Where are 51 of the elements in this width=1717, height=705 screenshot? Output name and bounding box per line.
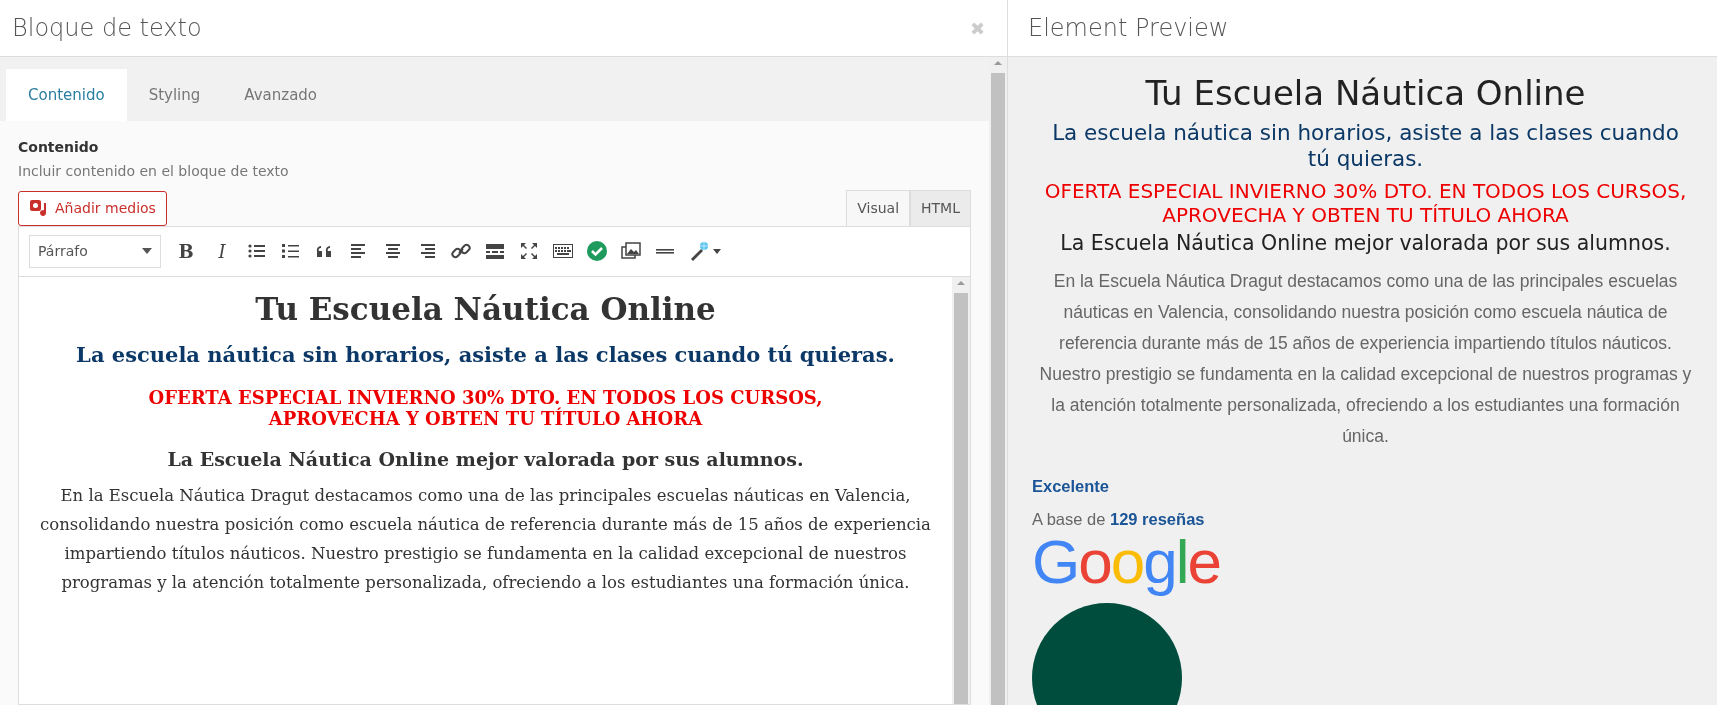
heading: Tu Escuela Náutica Online [1144,73,1587,114]
editor-area[interactable] [18,276,971,705]
caret-icon [142,248,152,254]
keyboard-icon [553,241,573,261]
tab[interactable]: Contenido [6,69,127,121]
tab[interactable]: Styling [126,69,223,121]
scrollbar[interactable] [952,276,970,704]
fullscreen-icon [519,241,539,261]
field-hint: Incluir contenido en el bloque de texto [18,161,290,181]
offer-text: OFERTA ESPECIAL INVIERNO 30% DTO. EN TODOS LOS CURSOS, APROVECHA Y OBTEN TU TÍTULO AHORA [147,386,824,431]
magic-wand-icon [689,241,709,261]
toolbar-button[interactable] [281,241,301,261]
editor-mode-tab[interactable]: HTML [910,189,971,226]
panel-title: Element Preview [1028,13,1229,44]
paragraph: En la Escuela Náutica Dragut destacamos como una de las principales escuelas náuticas en Valencia, consolidando nuestra posición como escuela náutica de referencia durante más de 15 años de experiencia impartiendo títulos náuticos. Nuestro prestigio se fundamenta en la calidad excepcional de nuestros programas y la atención totalmente personalizada, ofreciendo a los estudiantes una formación única. [1038,270,1693,448]
offer-text: OFERTA ESPECIAL INVIERNO 30% DTO. EN TODOS LOS CURSOS, APROVECHA Y OBTEN TU TÍTULO AHORA [1043,179,1688,228]
check-circle-icon [587,241,607,261]
toolbar-button[interactable] [655,248,675,254]
toolbar-button[interactable] [553,241,573,261]
toolbar-button[interactable] [689,241,721,261]
horizontal-rule-icon [655,248,675,254]
editor-mode-tab[interactable]: Visual [846,189,911,226]
review-count: A base de 129 reseñas [1032,508,1206,530]
toolbar-button[interactable] [485,241,505,261]
media-icon [29,198,49,218]
tab[interactable]: Avanzado [222,69,340,121]
toolbar-button[interactable] [519,241,539,261]
bold-button[interactable]: B [175,237,197,265]
align-center-icon [383,241,403,261]
heading: Tu Escuela Náutica Online [254,290,717,328]
panel-title: Bloque de texto [12,13,202,44]
italic-button[interactable]: I [211,237,233,265]
read-more-icon [485,241,505,261]
numbered-list-icon [281,241,301,261]
logo-text: Google [1032,531,1221,594]
subtitle: La escuela náutica sin horarios, asiste a las clases cuando tú quieras. [75,341,896,367]
toolbar-button[interactable] [621,241,641,261]
subheading: La Escuela Náutica Online mejor valorada por sus alumnos. [1059,231,1672,256]
toolbar-button[interactable] [383,241,403,261]
rating-label: Excelente [1032,476,1111,497]
format-select[interactable]: Párrafo [29,234,161,268]
subtitle: La escuela náutica sin horarios, asiste a las clases cuando tú quieras. [1051,119,1680,172]
caret-icon [713,248,721,254]
scrollbar[interactable] [989,57,1007,705]
toolbar-button[interactable] [451,241,471,261]
subheading: La Escuela Náutica Online mejor valorada por sus alumnos. [166,448,805,471]
link-icon [451,241,471,261]
paragraph: En la Escuela Náutica Dragut destacamos como una de las principales escuelas náuticas en Valencia, consolidando nuestra posición como escuela náutica de referencia durante más de 15 años de experiencia impartiendo títulos náuticos. Nuestro prestigio se fundamenta en la calidad excepcional de nuestros programas y la atención totalmente personalizada, ofreciendo a los estudiantes una formación única. [39,484,932,594]
gallery-icon [621,241,641,261]
add-media-button[interactable]: Añadir medios [18,190,167,226]
field-label: Contenido [18,137,100,157]
